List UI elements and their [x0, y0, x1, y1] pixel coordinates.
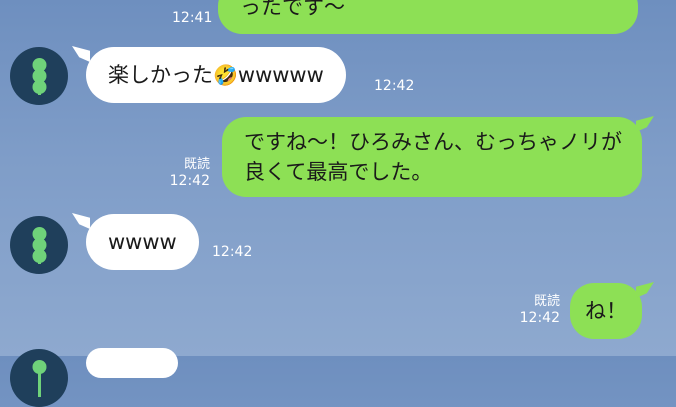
contact-avatar[interactable] — [10, 216, 68, 274]
incoming-message-bubble[interactable]: 楽しかった🤣wwwww — [86, 47, 346, 103]
message-time: 12:42 — [169, 173, 210, 189]
message-text-line: ですね〜！ひろみさん、むっちゃノリが — [244, 130, 622, 154]
bubble-tail — [636, 116, 654, 132]
bubble-tail — [636, 282, 654, 298]
message-text-suffix: wwwww — [237, 63, 324, 87]
rolling-laughing-emoji-icon: 🤣 — [213, 63, 238, 87]
outgoing-message-bubble[interactable]: ですね〜！ひろみさん、むっちゃノリが 良くて最高でした。 — [222, 117, 642, 197]
message-time: 12:42 — [519, 310, 560, 326]
dango-icon — [32, 58, 47, 95]
message-time: 12:42 — [374, 78, 415, 94]
dango-icon — [32, 360, 47, 397]
bubble-tail — [72, 46, 90, 62]
message-meta: 既読 12:42 — [518, 293, 560, 327]
dango-icon — [32, 227, 47, 264]
outgoing-message-bubble[interactable]: ね！ — [570, 283, 642, 339]
message-text: wwww — [108, 230, 177, 254]
contact-avatar[interactable] — [10, 349, 68, 407]
chat-message-area: ったです〜 12:41 楽しかった🤣wwwww 12:42 既読 12:42 で… — [0, 0, 676, 407]
contact-avatar[interactable] — [10, 47, 68, 105]
message-time: 12:41 — [172, 10, 213, 26]
read-receipt: 既読 — [533, 294, 560, 309]
message-time: 12:42 — [212, 244, 253, 260]
message-text: ったです〜 — [240, 0, 345, 19]
read-receipt: 既読 — [183, 157, 210, 172]
incoming-message-bubble-partial[interactable] — [86, 348, 178, 378]
bubble-tail — [72, 213, 90, 229]
incoming-message-bubble[interactable]: wwww — [86, 214, 199, 270]
message-meta: 既読 12:42 — [168, 156, 210, 190]
message-text: 楽しかった — [108, 63, 213, 87]
message-text-line: 良くて最高でした。 — [244, 160, 433, 184]
outgoing-message-bubble[interactable]: ったです〜 — [218, 0, 638, 34]
message-text: ね！ — [585, 299, 627, 323]
